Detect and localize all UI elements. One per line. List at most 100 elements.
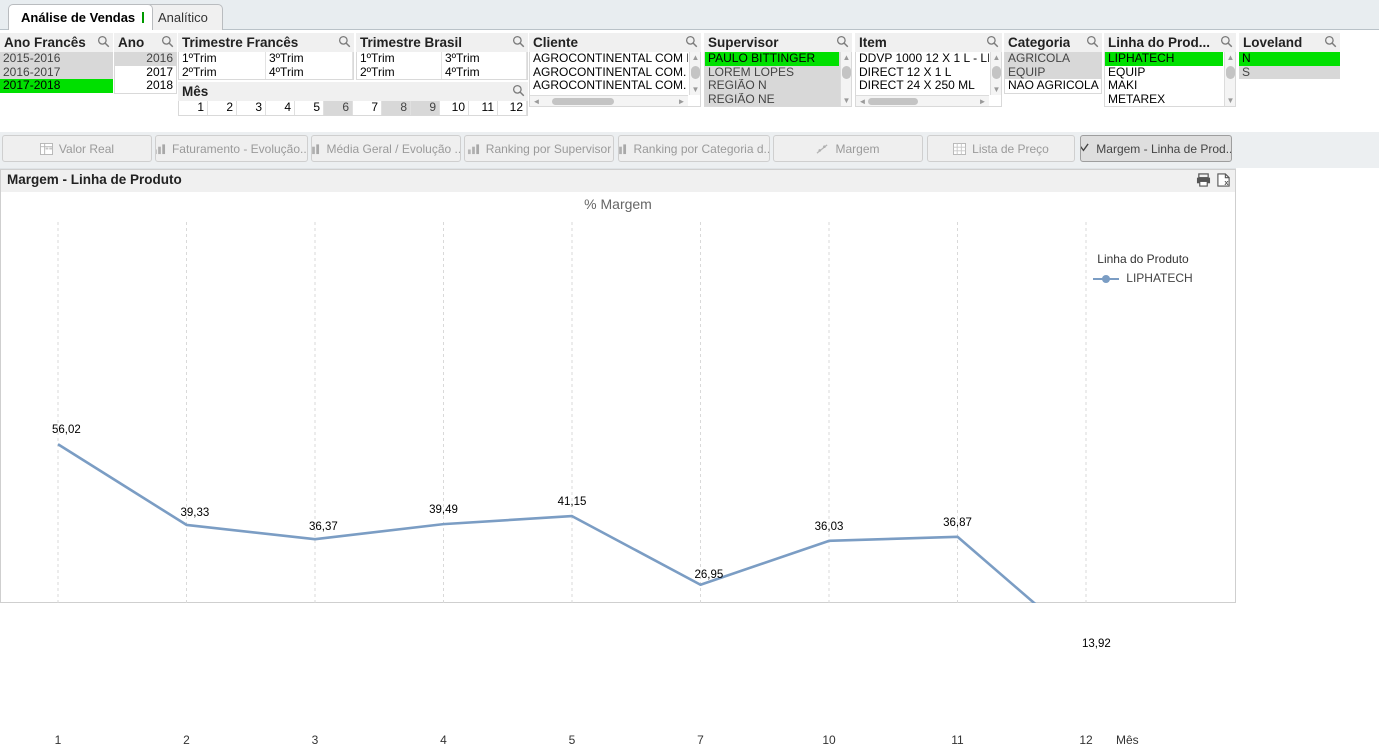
list-item[interactable]: AGROCONTINENTAL COM. REPR xyxy=(530,66,688,80)
list-item[interactable]: EQUIP xyxy=(1105,66,1223,80)
list-item[interactable]: 4ºTrim xyxy=(442,66,527,80)
list-item[interactable]: 11 xyxy=(469,101,498,115)
sheet-button-faturamento-evolucao[interactable]: Faturamento - Evolução... xyxy=(155,135,308,162)
sheet-button-ranking-por-supervisor[interactable]: Ranking por Supervisor xyxy=(464,135,614,162)
list-item[interactable]: 2 xyxy=(208,101,237,115)
list-item[interactable]: AGROCONTINENTAL COM. REPR xyxy=(530,79,688,93)
list-item[interactable]: 2015-2016 xyxy=(0,52,113,66)
listbox-body[interactable]: 1ºTrim 3ºTrim 2ºTrim 4ºTrim xyxy=(356,52,528,80)
list-item[interactable]: LOREM LOPES xyxy=(705,66,839,80)
search-icon[interactable] xyxy=(97,35,110,51)
list-item[interactable]: LIPHATECH xyxy=(1105,52,1223,66)
tab-analitico[interactable]: Analítico xyxy=(145,4,223,30)
plot-area[interactable]: % Margem Linha do Produto LIPHATECH 56,0… xyxy=(1,192,1235,602)
list-item[interactable]: 10 xyxy=(440,101,469,115)
search-icon[interactable] xyxy=(1324,35,1337,51)
scroll-left-icon[interactable]: ◄ xyxy=(532,97,541,106)
scroll-up-icon[interactable]: ▲ xyxy=(1226,53,1235,62)
scroll-down-icon[interactable]: ▼ xyxy=(842,96,851,105)
sheet-button-valor-real[interactable]: Valor Real xyxy=(2,135,152,162)
listbox-linha-do-produto[interactable]: Linha do Prod... LIPHATECH EQUIP MAKI ME… xyxy=(1104,33,1236,107)
list-item[interactable]: 3ºTrim xyxy=(442,52,527,66)
search-icon[interactable] xyxy=(1086,35,1099,51)
list-item[interactable]: 4ºTrim xyxy=(266,66,353,80)
scrollbar-thumb[interactable] xyxy=(552,98,614,105)
listbox-body[interactable]: DDVP 1000 12 X 1 L - LIPH DIRECT 12 X 1 … xyxy=(855,52,1002,107)
listbox-ano[interactable]: Ano 2016 2017 2018 xyxy=(114,33,177,94)
listbox-body[interactable]: 1 2 3 4 5 6 7 8 9 10 11 12 xyxy=(178,101,528,116)
listbox-body[interactable]: AGROCONTINENTAL COM REPR AGROCONTINENTAL… xyxy=(529,52,701,107)
scrollbar-thumb[interactable] xyxy=(691,66,700,79)
list-item[interactable]: N xyxy=(1239,52,1340,66)
list-item[interactable]: DIRECT 12 X 1 L xyxy=(856,66,989,80)
list-item[interactable]: 7 xyxy=(353,101,382,115)
listbox-body[interactable]: PAULO BITTINGER LOREM LOPES REGIÃO N REG… xyxy=(704,52,852,107)
export-excel-icon[interactable]: x xyxy=(1216,173,1231,190)
list-item[interactable]: 2017 xyxy=(115,66,176,80)
list-item[interactable]: PAULO BITTINGER xyxy=(705,52,839,66)
scroll-down-icon[interactable]: ▼ xyxy=(992,85,1001,94)
list-item[interactable]: AGRICOLA xyxy=(1005,52,1101,66)
scrollbar-thumb[interactable] xyxy=(842,66,851,79)
scroll-right-icon[interactable]: ► xyxy=(677,97,686,106)
list-item[interactable]: 9 xyxy=(411,101,440,115)
list-item[interactable]: REGIÃO N xyxy=(705,79,839,93)
search-icon[interactable] xyxy=(685,35,698,51)
list-item[interactable]: DDVP 1000 12 X 1 L - LIPH xyxy=(856,52,989,66)
listbox-supervisor[interactable]: Supervisor PAULO BITTINGER LOREM LOPES R… xyxy=(704,33,852,107)
scroll-down-icon[interactable]: ▼ xyxy=(1226,96,1235,105)
search-icon[interactable] xyxy=(512,35,525,51)
search-icon[interactable] xyxy=(512,84,525,100)
list-item[interactable]: 2ºTrim xyxy=(357,66,442,80)
vertical-scrollbar[interactable]: ▲ ▼ xyxy=(689,52,700,95)
sheet-button-margem-linha-de-produto[interactable]: Margem - Linha de Prod... xyxy=(1080,135,1232,162)
listbox-body[interactable]: AGRICOLA EQUIP NAO AGRICOLA xyxy=(1004,52,1102,94)
search-icon[interactable] xyxy=(1220,35,1233,51)
listbox-item[interactable]: Item DDVP 1000 12 X 1 L - LIPH DIRECT 12… xyxy=(855,33,1002,107)
list-item[interactable]: 5 xyxy=(295,101,324,115)
listbox-cliente[interactable]: Cliente AGROCONTINENTAL COM REPR AGROCON… xyxy=(529,33,701,107)
sheet-button-ranking-por-categoria[interactable]: Ranking por Categoria d... xyxy=(618,135,770,162)
scroll-up-icon[interactable]: ▲ xyxy=(691,53,700,62)
print-icon[interactable] xyxy=(1196,173,1211,190)
search-icon[interactable] xyxy=(986,35,999,51)
scroll-right-icon[interactable]: ► xyxy=(978,97,987,106)
list-item[interactable]: DIRECT 24 X 250 ML xyxy=(856,79,989,93)
vertical-scrollbar[interactable]: ▲ ▼ xyxy=(990,52,1001,95)
search-icon[interactable] xyxy=(338,35,351,51)
tab-analise-de-vendas[interactable]: Análise de Vendas xyxy=(8,4,153,30)
list-item[interactable]: 2016-2017 xyxy=(0,66,113,80)
list-item[interactable]: 3ºTrim xyxy=(266,52,353,66)
listbox-ano-frances[interactable]: Ano Francês 2015-2016 2016-2017 2017-201… xyxy=(0,33,113,94)
list-item[interactable]: EQUIP xyxy=(1005,66,1101,80)
list-item[interactable]: 2018 xyxy=(115,79,176,93)
listbox-body[interactable]: 1ºTrim 3ºTrim 2ºTrim 4ºTrim xyxy=(178,52,354,80)
listbox-trimestre-frances[interactable]: Trimestre Francês 1ºTrim 3ºTrim 2ºTrim 4… xyxy=(178,33,354,80)
list-item[interactable]: 12 xyxy=(498,101,527,115)
listbox-body[interactable]: 2015-2016 2016-2017 2017-2018 xyxy=(0,52,113,94)
scroll-up-icon[interactable]: ▲ xyxy=(842,53,851,62)
list-item[interactable]: MAKI xyxy=(1105,79,1223,93)
list-item[interactable]: 1ºTrim xyxy=(357,52,442,66)
list-item[interactable]: 2016 xyxy=(115,52,176,66)
scrollbar-thumb[interactable] xyxy=(992,66,1001,79)
horizontal-scrollbar[interactable]: ◄ ► xyxy=(856,95,989,106)
search-icon[interactable] xyxy=(836,35,849,51)
listbox-loveland[interactable]: Loveland N S xyxy=(1239,33,1340,81)
list-item[interactable]: 2017-2018 xyxy=(0,79,113,93)
listbox-body[interactable]: N S xyxy=(1239,52,1340,81)
sheet-button-lista-de-preco[interactable]: Lista de Preço xyxy=(927,135,1075,162)
list-item[interactable]: REGIÃO NE xyxy=(705,93,839,107)
scroll-down-icon[interactable]: ▼ xyxy=(691,85,700,94)
listbox-mes[interactable]: Mês 1 2 3 4 5 6 7 8 9 10 11 12 xyxy=(178,82,528,116)
vertical-scrollbar[interactable]: ▲ ▼ xyxy=(1224,52,1235,106)
list-item[interactable]: 1ºTrim xyxy=(179,52,266,66)
list-item[interactable]: 6 xyxy=(324,101,353,115)
listbox-body[interactable]: LIPHATECH EQUIP MAKI METAREX ▲ ▼ xyxy=(1104,52,1236,107)
list-item[interactable]: S xyxy=(1239,66,1340,80)
list-item[interactable]: METAREX xyxy=(1105,93,1223,107)
horizontal-scrollbar[interactable]: ◄ ► xyxy=(530,95,688,106)
list-item[interactable]: 4 xyxy=(266,101,295,115)
listbox-categoria[interactable]: Categoria AGRICOLA EQUIP NAO AGRICOLA xyxy=(1004,33,1102,94)
vertical-scrollbar[interactable]: ▲ ▼ xyxy=(840,52,851,106)
